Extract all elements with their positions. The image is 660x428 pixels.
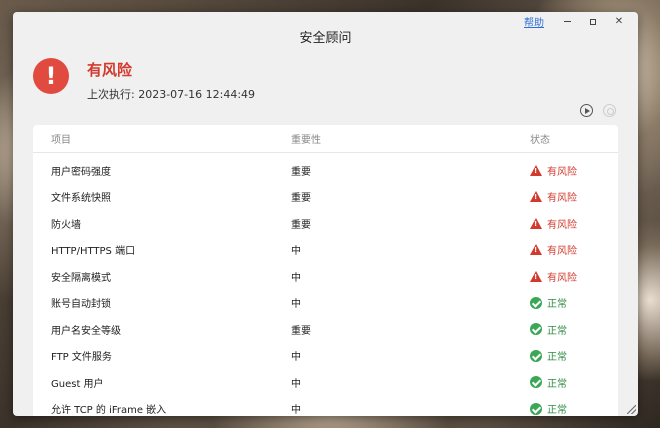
table-row[interactable]: 防火墙 重要 有风险 bbox=[33, 210, 618, 237]
security-advisor-window: 安全顾问 帮助 ✕ ! 有风险 上次执行: 2023-07-16 12:44:4… bbox=[13, 12, 638, 416]
title-bar[interactable]: 安全顾问 帮助 ✕ bbox=[13, 12, 638, 56]
security-check-table: 项目 重要性 状态 用户密码强度重要有风险文件系统快照重要有风险防火墙重要有风险… bbox=[33, 125, 618, 416]
row-status-label: 正常 bbox=[547, 405, 567, 416]
row-status-label: 有风险 bbox=[547, 219, 577, 231]
alert-icon: ! bbox=[33, 58, 69, 94]
row-item-name: 用户密码强度 bbox=[51, 166, 111, 178]
close-button[interactable]: ✕ bbox=[606, 15, 632, 29]
row-status: 正常 bbox=[530, 295, 567, 310]
header-importance[interactable]: 重要性 bbox=[291, 131, 321, 146]
row-status-label: 有风险 bbox=[547, 166, 577, 178]
row-status: 有风险 bbox=[530, 269, 577, 284]
resize-handle[interactable] bbox=[627, 405, 636, 414]
table-row[interactable]: 用户名安全等级 重要 正常 bbox=[33, 316, 618, 343]
check-icon bbox=[530, 323, 542, 336]
minimize-icon bbox=[563, 21, 571, 22]
warning-icon bbox=[530, 164, 542, 176]
maximize-icon bbox=[590, 18, 596, 25]
warning-icon bbox=[530, 244, 542, 256]
row-status: 有风险 bbox=[530, 189, 577, 204]
row-item-name: 用户名安全等级 bbox=[51, 325, 121, 337]
table-row[interactable]: 用户密码强度 重要 有风险 bbox=[33, 157, 618, 184]
row-status: 正常 bbox=[530, 348, 567, 363]
row-status-label: 正常 bbox=[547, 325, 567, 337]
row-status-label: 正常 bbox=[547, 299, 567, 311]
action-icons bbox=[580, 104, 616, 117]
warning-icon bbox=[530, 270, 542, 282]
check-icon bbox=[530, 402, 542, 415]
row-status: 正常 bbox=[530, 375, 567, 390]
row-status-label: 有风险 bbox=[547, 246, 577, 258]
run-scan-icon[interactable] bbox=[580, 104, 593, 117]
row-status-label: 有风险 bbox=[547, 193, 577, 205]
row-status-label: 有风险 bbox=[547, 272, 577, 284]
row-item-name: 安全隔离模式 bbox=[51, 272, 111, 284]
check-icon bbox=[530, 376, 542, 389]
row-status: 有风险 bbox=[530, 216, 577, 231]
row-item-name: 账号自动封锁 bbox=[51, 299, 111, 311]
maximize-button[interactable] bbox=[580, 15, 606, 29]
table-header: 项目 重要性 状态 bbox=[33, 125, 618, 153]
header-status[interactable]: 状态 bbox=[530, 131, 550, 146]
row-status: 有风险 bbox=[530, 163, 577, 178]
table-row[interactable]: 账号自动封锁 中 正常 bbox=[33, 290, 618, 317]
check-icon bbox=[530, 349, 542, 362]
table-row[interactable]: HTTP/HTTPS 端口 中 有风险 bbox=[33, 237, 618, 264]
settings-icon[interactable] bbox=[603, 104, 616, 117]
row-status: 有风险 bbox=[530, 242, 577, 257]
row-item-name: 文件系统快照 bbox=[51, 193, 111, 205]
table-row[interactable]: 安全隔离模式 中 有风险 bbox=[33, 263, 618, 290]
row-importance: 中 bbox=[291, 246, 301, 258]
row-status-label: 正常 bbox=[547, 378, 567, 390]
row-importance: 中 bbox=[291, 378, 301, 390]
row-importance: 重要 bbox=[291, 166, 311, 178]
row-importance: 重要 bbox=[291, 193, 311, 205]
row-status: 正常 bbox=[530, 322, 567, 337]
status-title: 有风险 bbox=[87, 61, 133, 79]
row-importance: 中 bbox=[291, 299, 301, 311]
row-item-name: HTTP/HTTPS 端口 bbox=[51, 246, 136, 258]
last-run-time: 上次执行: 2023-07-16 12:44:49 bbox=[87, 88, 256, 101]
header-item[interactable]: 项目 bbox=[51, 131, 71, 146]
row-status-label: 正常 bbox=[547, 352, 567, 364]
table-row[interactable]: 允许 TCP 的 iFrame 嵌入 中 正常 bbox=[33, 396, 618, 416]
table-row[interactable]: Guest 用户 中 正常 bbox=[33, 369, 618, 396]
check-icon bbox=[530, 296, 542, 309]
row-item-name: 防火墙 bbox=[51, 219, 81, 231]
row-importance: 中 bbox=[291, 405, 301, 416]
row-item-name: FTP 文件服务 bbox=[51, 352, 112, 364]
row-item-name: Guest 用户 bbox=[51, 378, 104, 390]
row-status: 正常 bbox=[530, 401, 567, 416]
minimize-button[interactable] bbox=[554, 15, 580, 29]
row-importance: 中 bbox=[291, 352, 301, 364]
row-item-name: 允许 TCP 的 iFrame 嵌入 bbox=[51, 405, 167, 416]
warning-icon bbox=[530, 217, 542, 229]
table-row[interactable]: 文件系统快照 重要 有风险 bbox=[33, 184, 618, 211]
window-title: 安全顾问 bbox=[299, 31, 352, 46]
window-controls: 帮助 ✕ bbox=[524, 14, 632, 29]
status-summary: ! 有风险 上次执行: 2023-07-16 12:44:49 bbox=[13, 56, 638, 128]
table-row[interactable]: FTP 文件服务 中 正常 bbox=[33, 343, 618, 370]
row-importance: 中 bbox=[291, 272, 301, 284]
help-link[interactable]: 帮助 bbox=[524, 14, 544, 29]
warning-icon bbox=[530, 191, 542, 203]
row-importance: 重要 bbox=[291, 219, 311, 231]
table-body: 用户密码强度重要有风险文件系统快照重要有风险防火墙重要有风险HTTP/HTTPS… bbox=[33, 157, 618, 416]
row-importance: 重要 bbox=[291, 325, 311, 337]
